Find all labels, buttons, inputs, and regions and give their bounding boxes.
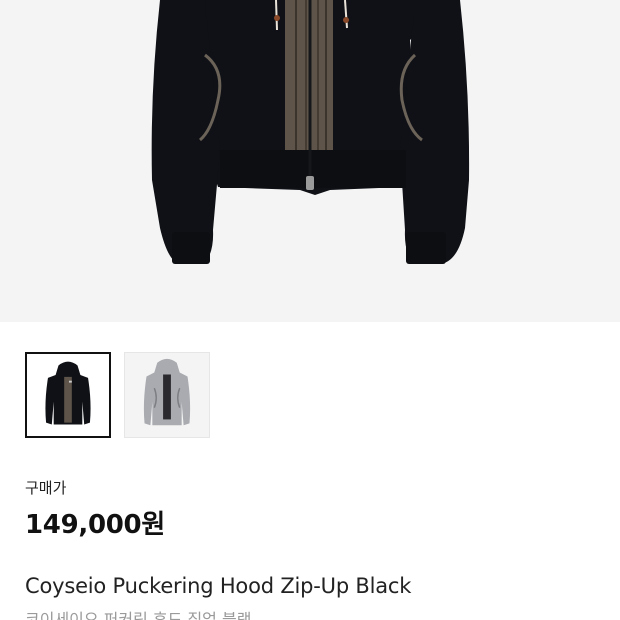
hoodie-black-image	[151, 0, 470, 264]
purchase-price: 149,000원	[25, 510, 165, 540]
hoodie-black-thumbnail	[45, 361, 91, 425]
purchase-price-label: 구매가	[25, 479, 67, 497]
product-name-korean: 코이세이오 퍼커링 후드 집업 블랙	[25, 610, 252, 620]
product-hero-image[interactable]	[0, 0, 620, 322]
product-name: Coyseio Puckering Hood Zip-Up Black	[25, 574, 412, 598]
hoodie-gray-thumbnail	[143, 358, 191, 426]
product-page: 구매가 149,000원 Coyseio Puckering Hood Zip-…	[0, 0, 620, 620]
thumbnail-strip	[25, 352, 210, 438]
thumbnail-black[interactable]	[25, 352, 111, 438]
thumbnail-gray[interactable]	[124, 352, 210, 438]
